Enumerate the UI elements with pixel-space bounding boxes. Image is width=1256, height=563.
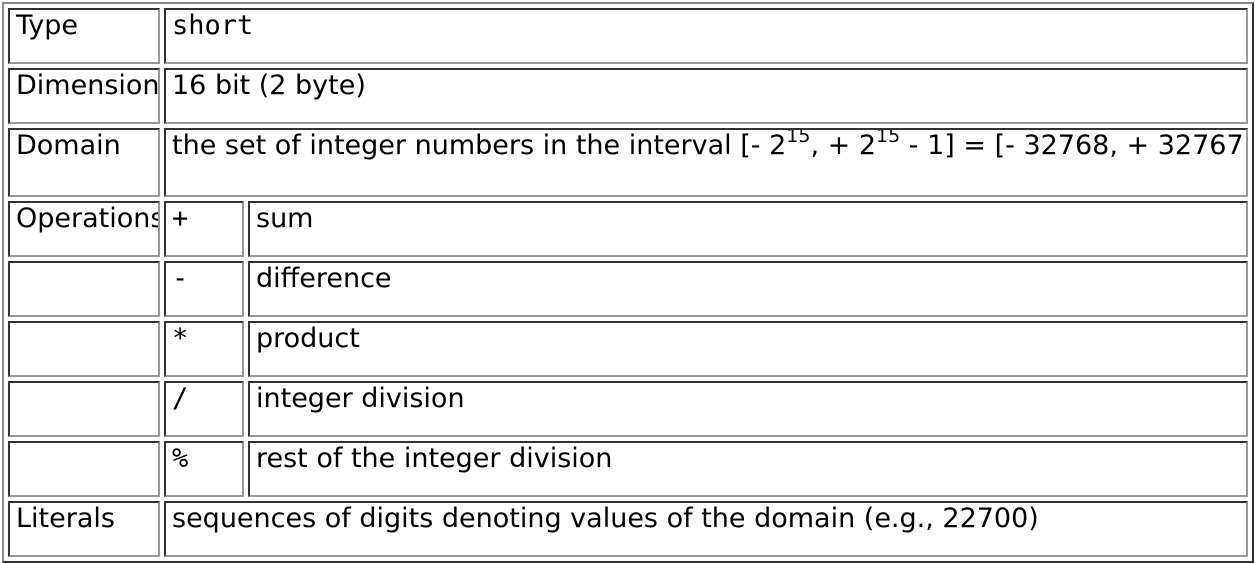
dimension-row: Dimension 16 bit (2 byte) xyxy=(8,68,1248,124)
operation-description: sum xyxy=(248,201,1248,257)
operation-row-integer-division: / integer division xyxy=(8,381,1248,437)
domain-label: Domain xyxy=(8,128,160,197)
domain-exponent-1: 15 xyxy=(786,128,811,147)
operations-label-empty xyxy=(8,321,160,377)
operations-label: Operations xyxy=(8,201,160,257)
domain-value: the set of integer numbers in the interv… xyxy=(164,128,1248,197)
domain-exponent-2: 15 xyxy=(876,128,901,147)
operation-description: difference xyxy=(248,261,1248,317)
operation-description: rest of the integer division xyxy=(248,441,1248,497)
literals-row: Literals sequences of digits denoting va… xyxy=(8,501,1248,557)
operation-row-sum: Operations + sum xyxy=(8,201,1248,257)
operations-label-empty xyxy=(8,261,160,317)
domain-row: Domain the set of integer numbers in the… xyxy=(8,128,1248,197)
domain-text-1: the set of integer numbers in the interv… xyxy=(172,130,787,161)
operation-description: integer division xyxy=(248,381,1248,437)
type-row: Type short xyxy=(8,8,1248,64)
literals-label: Literals xyxy=(8,501,160,557)
domain-text-3: - 1] = [- 32768, + 32767] xyxy=(900,130,1248,161)
operation-row-rest: % rest of the integer division xyxy=(8,441,1248,497)
operation-symbol: % xyxy=(164,441,244,497)
operation-row-difference: - difference xyxy=(8,261,1248,317)
type-value: short xyxy=(164,8,1248,64)
dimension-value: 16 bit (2 byte) xyxy=(164,68,1248,124)
data-type-table: Type short Dimension 16 bit (2 byte) Dom… xyxy=(2,2,1254,563)
dimension-label: Dimension xyxy=(8,68,160,124)
operation-symbol: - xyxy=(164,261,244,317)
operation-symbol: / xyxy=(164,381,244,437)
operation-description: product xyxy=(248,321,1248,377)
type-label: Type xyxy=(8,8,160,64)
operations-label-empty xyxy=(8,381,160,437)
operation-row-product: * product xyxy=(8,321,1248,377)
domain-text-2: , + 2 xyxy=(810,130,877,161)
operations-label-empty xyxy=(8,441,160,497)
operation-symbol: + xyxy=(164,201,244,257)
operation-symbol: * xyxy=(164,321,244,377)
literals-value: sequences of digits denoting values of t… xyxy=(164,501,1248,557)
